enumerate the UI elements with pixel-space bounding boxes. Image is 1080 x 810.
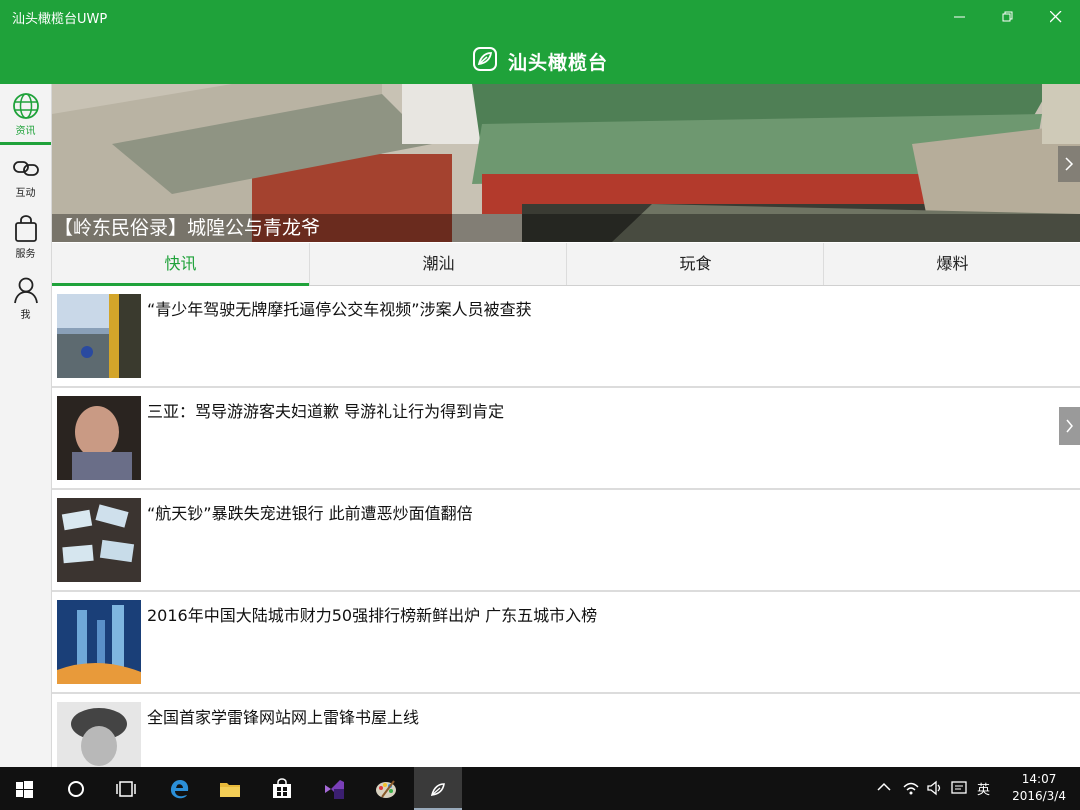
notification-icon[interactable] [950, 779, 968, 797]
featured-banner[interactable]: 【岭东民俗录】城隍公与青龙爷 [52, 84, 1080, 242]
banner-next-button[interactable] [1058, 146, 1080, 182]
close-button[interactable] [1032, 0, 1080, 34]
nav-item-services[interactable]: 服务 [0, 207, 51, 267]
news-thumbnail [57, 396, 141, 480]
news-thumbnail [57, 702, 141, 767]
news-title: “青少年驾驶无牌摩托逼停公交车视频”涉案人员被查获 [147, 300, 532, 319]
link-icon [13, 161, 39, 176]
nav-item-me[interactable]: 我 [0, 268, 51, 328]
nav-item-label: 互动 [15, 188, 36, 199]
minimize-icon [954, 16, 965, 18]
paint-palette-icon [376, 780, 396, 798]
file-explorer-button[interactable] [206, 767, 254, 810]
task-view-icon [116, 781, 136, 797]
news-thumbnail [57, 294, 141, 378]
category-tabs: 快讯 潮汕 玩食 爆料 [52, 243, 1080, 286]
side-nav: 资讯 互动 服务 我 [0, 84, 52, 767]
start-button[interactable] [0, 767, 48, 810]
news-item[interactable]: 2016年中国大陆城市财力50强排行榜新鲜出炉 广东五城市入榜 [52, 592, 1080, 694]
restore-button[interactable] [984, 0, 1032, 34]
news-item[interactable]: 三亚：骂导游游客夫妇道歉 导游礼让行为得到肯定 [52, 388, 1080, 490]
tab-flash[interactable]: 快讯 [52, 243, 309, 286]
news-title: “航天钞”暴跌失宠进银行 此前遭恶炒面值翻倍 [147, 504, 473, 523]
news-thumbnail [57, 600, 141, 684]
olive-leaf-icon [473, 47, 497, 71]
title-bar: 汕头橄榄台UWP [0, 0, 1080, 34]
tab-chaoshan[interactable]: 潮汕 [309, 243, 567, 285]
restore-icon [1002, 11, 1013, 22]
windows-logo-icon [16, 781, 33, 798]
list-next-button[interactable] [1059, 407, 1080, 445]
tab-report[interactable]: 爆料 [823, 243, 1080, 285]
visual-studio-button[interactable] [310, 767, 358, 810]
person-icon [14, 277, 38, 304]
minimize-button[interactable] [936, 0, 984, 34]
window-title: 汕头橄榄台UWP [12, 12, 108, 27]
tab-food[interactable]: 玩食 [566, 243, 824, 285]
store-bag-icon [273, 778, 291, 798]
volume-icon[interactable] [926, 779, 944, 797]
news-item[interactable]: 全国首家学雷锋网站网上雷锋书屋上线 [52, 694, 1080, 767]
edge-button[interactable] [156, 767, 204, 810]
task-view-button[interactable] [102, 767, 150, 810]
chevron-up-icon[interactable] [876, 779, 892, 795]
bag-icon [15, 215, 37, 242]
news-title: 三亚：骂导游游客夫妇道歉 导游礼让行为得到肯定 [147, 402, 505, 421]
app-brand: 汕头橄榄台 [508, 52, 609, 74]
globe-icon [13, 93, 39, 119]
nav-item-label: 服务 [15, 249, 36, 260]
ime-indicator[interactable]: 英 [977, 779, 990, 798]
nav-item-label: 资讯 [15, 126, 36, 137]
clock-time: 14:07 [1021, 772, 1057, 786]
nav-item-news[interactable]: 资讯 [0, 84, 51, 145]
chevron-right-icon [1065, 157, 1074, 171]
banner-caption: 【岭东民俗录】城隍公与青龙爷 [52, 214, 1080, 242]
news-thumbnail [57, 498, 141, 582]
search-button[interactable] [52, 767, 100, 810]
news-item[interactable]: “青少年驾驶无牌摩托逼停公交车视频”涉案人员被查获 [52, 286, 1080, 388]
paint-button[interactable] [362, 767, 410, 810]
olive-leaf-icon [430, 783, 445, 796]
wifi-icon[interactable] [902, 779, 920, 797]
app-header: 汕头橄榄台 [0, 34, 1080, 84]
news-list: “青少年驾驶无牌摩托逼停公交车视频”涉案人员被查获 三亚：骂导游游客夫妇道歉 导… [52, 286, 1080, 767]
visual-studio-blend-icon [325, 780, 344, 799]
edge-browser-icon [170, 780, 189, 799]
clock[interactable]: 14:07 2016/3/4 [1012, 771, 1066, 805]
chevron-right-icon [1066, 419, 1073, 433]
folder-icon [220, 783, 240, 797]
news-title: 2016年中国大陆城市财力50强排行榜新鲜出炉 广东五城市入榜 [147, 606, 598, 625]
store-button[interactable] [258, 767, 306, 810]
clock-date: 2016/3/4 [1012, 789, 1066, 803]
close-icon [1050, 11, 1062, 23]
news-title: 全国首家学雷锋网站网上雷锋书屋上线 [147, 708, 420, 727]
olive-app-taskbar-button[interactable] [414, 767, 462, 810]
news-item[interactable]: “航天钞”暴跌失宠进银行 此前遭恶炒面值翻倍 [52, 490, 1080, 592]
nav-item-label: 我 [20, 310, 31, 321]
taskbar: 英 14:07 2016/3/4 [0, 767, 1080, 810]
nav-item-interact[interactable]: 互动 [0, 146, 51, 206]
search-circle-icon [68, 781, 84, 797]
